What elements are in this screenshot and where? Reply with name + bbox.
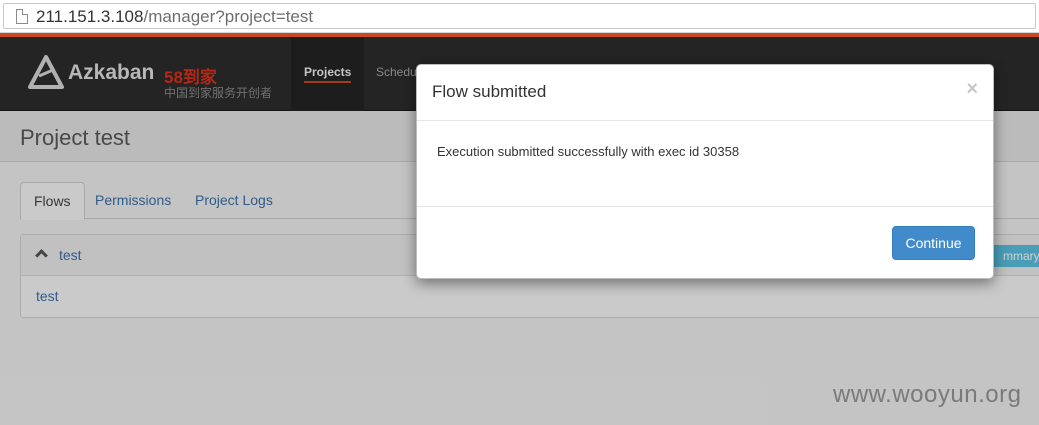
url-path: /manager?project=test — [143, 7, 314, 26]
watermark-text: www.wooyun.org — [833, 381, 1022, 408]
continue-button[interactable]: Continue — [892, 226, 975, 260]
page-icon — [16, 9, 28, 24]
modal-body: Execution submitted successfully with ex… — [417, 121, 993, 207]
modal-message: Execution submitted successfully with ex… — [437, 144, 740, 159]
modal-title: Flow submitted — [432, 82, 547, 101]
flow-submitted-modal: Flow submitted × Execution submitted suc… — [416, 64, 994, 279]
url-field[interactable]: 211.151.3.108/manager?project=test — [3, 3, 1036, 29]
url-host: 211.151.3.108 — [36, 7, 144, 26]
url-text[interactable]: 211.151.3.108/manager?project=test — [36, 7, 313, 27]
modal-header: Flow submitted × — [417, 65, 993, 121]
browser-address-bar: 211.151.3.108/manager?project=test — [0, 0, 1039, 33]
close-icon[interactable]: × — [966, 79, 978, 99]
